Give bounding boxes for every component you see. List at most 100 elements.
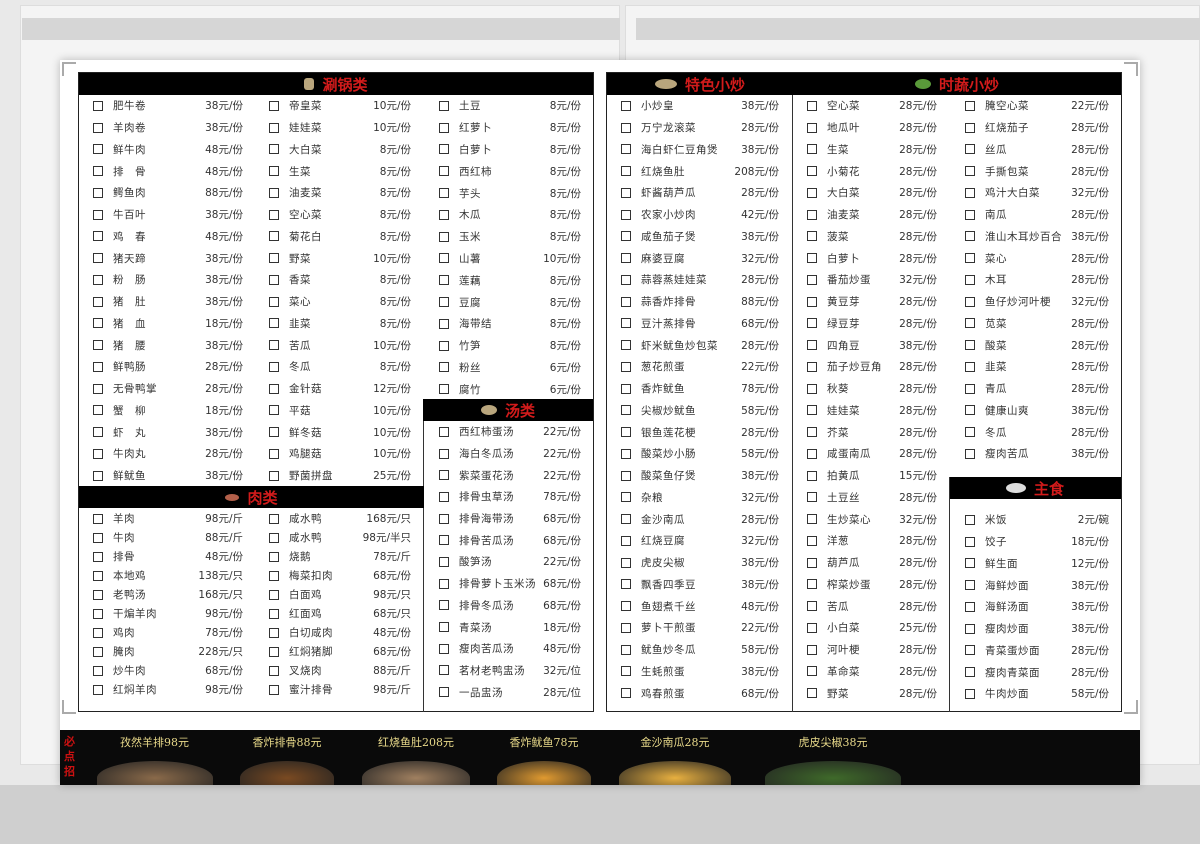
order-checkbox[interactable]	[807, 296, 817, 307]
menu-item[interactable]: 蜜汁排骨 98元/斤	[255, 680, 423, 699]
order-checkbox[interactable]	[93, 318, 103, 329]
order-checkbox[interactable]	[93, 684, 103, 695]
order-checkbox[interactable]	[93, 646, 103, 657]
order-checkbox[interactable]	[439, 448, 449, 459]
order-checkbox[interactable]	[621, 144, 631, 155]
order-checkbox[interactable]	[93, 665, 103, 676]
order-checkbox[interactable]	[807, 557, 817, 568]
menu-item[interactable]: 青瓜 28元/份	[951, 378, 1121, 400]
order-checkbox[interactable]	[621, 644, 631, 655]
menu-item[interactable]: 苋菜 28元/份	[951, 313, 1121, 335]
menu-item[interactable]: 青菜蛋炒面 28元/份	[951, 640, 1121, 662]
order-checkbox[interactable]	[439, 122, 449, 133]
order-checkbox[interactable]	[93, 470, 103, 481]
order-checkbox[interactable]	[965, 318, 975, 329]
order-checkbox[interactable]	[269, 383, 279, 394]
order-checkbox[interactable]	[269, 551, 279, 562]
menu-item[interactable]: 瘦肉青菜面 28元/份	[951, 661, 1121, 683]
menu-item[interactable]: 无骨鸭掌 28元/份	[79, 378, 255, 400]
order-checkbox[interactable]	[621, 166, 631, 177]
menu-item[interactable]: 丝瓜 28元/份	[951, 139, 1121, 161]
menu-item[interactable]: 豆腐 8元/份	[425, 291, 593, 313]
order-checkbox[interactable]	[965, 667, 975, 678]
order-checkbox[interactable]	[965, 623, 975, 634]
menu-item[interactable]: 苦瓜 28元/份	[793, 595, 949, 617]
order-checkbox[interactable]	[439, 470, 449, 481]
menu-item[interactable]: 健康山爽 38元/份	[951, 400, 1121, 422]
menu-item[interactable]: 西红柿 8元/份	[425, 160, 593, 182]
order-checkbox[interactable]	[807, 492, 817, 503]
order-checkbox[interactable]	[807, 666, 817, 677]
order-checkbox[interactable]	[965, 601, 975, 612]
order-checkbox[interactable]	[621, 535, 631, 546]
order-checkbox[interactable]	[621, 274, 631, 285]
menu-item[interactable]: 葱花煎蛋 22元/份	[607, 356, 791, 378]
order-checkbox[interactable]	[621, 318, 631, 329]
order-checkbox[interactable]	[269, 627, 279, 638]
order-checkbox[interactable]	[621, 579, 631, 590]
menu-item[interactable]: 瘦肉苦瓜 38元/份	[951, 443, 1121, 465]
menu-item[interactable]: 葫芦瓜 28元/份	[793, 552, 949, 574]
menu-item[interactable]: 海鲜炒面 38元/份	[951, 574, 1121, 596]
order-checkbox[interactable]	[93, 187, 103, 198]
order-checkbox[interactable]	[965, 231, 975, 242]
order-checkbox[interactable]	[93, 274, 103, 285]
menu-item[interactable]: 鲜牛肉 48元/份	[79, 139, 255, 161]
order-checkbox[interactable]	[965, 580, 975, 591]
order-checkbox[interactable]	[621, 383, 631, 394]
order-checkbox[interactable]	[621, 100, 631, 111]
order-checkbox[interactable]	[807, 209, 817, 220]
menu-item[interactable]: 海鲜汤面 38元/份	[951, 596, 1121, 618]
order-checkbox[interactable]	[93, 551, 103, 562]
order-checkbox[interactable]	[807, 166, 817, 177]
order-checkbox[interactable]	[807, 340, 817, 351]
menu-item[interactable]: 烧鹅 78元/斤	[255, 547, 423, 566]
menu-item[interactable]: 拍黄瓜 15元/份	[793, 465, 949, 487]
menu-item[interactable]: 粉丝 6元/份	[425, 357, 593, 379]
order-checkbox[interactable]	[621, 427, 631, 438]
menu-item[interactable]: 梅菜扣肉 68元/份	[255, 566, 423, 585]
order-checkbox[interactable]	[807, 100, 817, 111]
menu-item[interactable]: 本地鸡 138元/只	[79, 566, 255, 585]
order-checkbox[interactable]	[621, 187, 631, 198]
menu-item[interactable]: 鲜鸭肠 28元/份	[79, 356, 255, 378]
menu-item[interactable]: 排骨冬瓜汤 68元/份	[425, 595, 593, 617]
menu-item[interactable]: 金针菇 12元/份	[255, 378, 423, 400]
menu-item[interactable]: 玉米 8元/份	[425, 226, 593, 248]
order-checkbox[interactable]	[269, 100, 279, 111]
order-checkbox[interactable]	[93, 589, 103, 600]
menu-item[interactable]: 猪 腰 38元/份	[79, 334, 255, 356]
order-checkbox[interactable]	[439, 578, 449, 589]
menu-item[interactable]: 农家小炒肉 42元/份	[607, 204, 791, 226]
order-checkbox[interactable]	[93, 532, 103, 543]
menu-item[interactable]: 大白菜 8元/份	[255, 139, 423, 161]
order-checkbox[interactable]	[269, 470, 279, 481]
order-checkbox[interactable]	[965, 122, 975, 133]
menu-item[interactable]: 羊肉卷 38元/份	[79, 117, 255, 139]
order-checkbox[interactable]	[93, 166, 103, 177]
order-checkbox[interactable]	[621, 448, 631, 459]
order-checkbox[interactable]	[93, 209, 103, 220]
order-checkbox[interactable]	[621, 470, 631, 481]
order-checkbox[interactable]	[93, 144, 103, 155]
order-checkbox[interactable]	[965, 187, 975, 198]
menu-item[interactable]: 咸鱼茄子煲 38元/份	[607, 226, 791, 248]
order-checkbox[interactable]	[269, 274, 279, 285]
menu-item[interactable]: 腌空心菜 22元/份	[951, 95, 1121, 117]
order-checkbox[interactable]	[807, 688, 817, 699]
menu-item[interactable]: 金沙南瓜 28元/份	[607, 508, 791, 530]
order-checkbox[interactable]	[965, 361, 975, 372]
order-checkbox[interactable]	[621, 688, 631, 699]
menu-item[interactable]: 萝卜干煎蛋 22元/份	[607, 617, 791, 639]
order-checkbox[interactable]	[439, 253, 449, 264]
order-checkbox[interactable]	[439, 384, 449, 395]
menu-item[interactable]: 鲜鱿鱼 38元/份	[79, 465, 255, 487]
menu-item[interactable]: 排骨海带汤 68元/份	[425, 508, 593, 530]
order-checkbox[interactable]	[269, 646, 279, 657]
order-checkbox[interactable]	[621, 492, 631, 503]
order-checkbox[interactable]	[807, 361, 817, 372]
menu-item[interactable]: 菠菜 28元/份	[793, 226, 949, 248]
order-checkbox[interactable]	[439, 622, 449, 633]
order-checkbox[interactable]	[965, 166, 975, 177]
order-checkbox[interactable]	[269, 405, 279, 416]
